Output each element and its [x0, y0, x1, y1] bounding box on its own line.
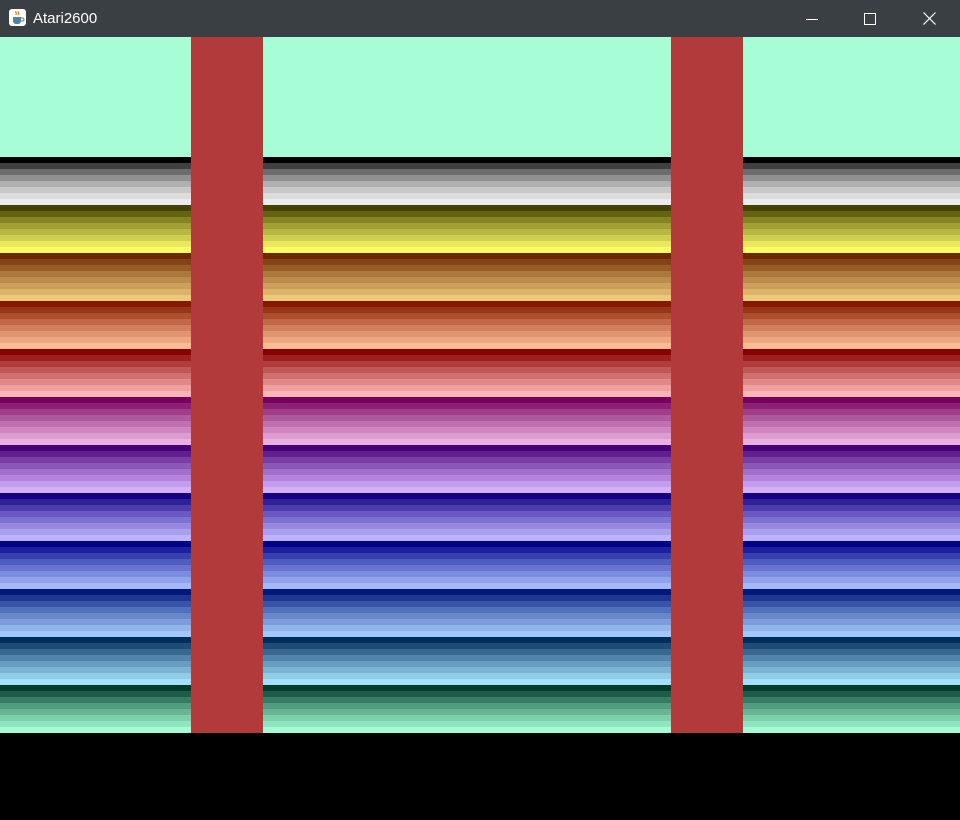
- close-button[interactable]: [900, 0, 958, 37]
- title-bar: Atari2600: [0, 0, 960, 37]
- pillar-right: [671, 37, 743, 733]
- game-screen[interactable]: [0, 37, 960, 820]
- maximize-button[interactable]: [841, 0, 899, 37]
- bottom-border: [0, 733, 960, 820]
- minimize-icon: [806, 18, 818, 20]
- java-coffee-cup-icon: [8, 8, 27, 27]
- color-bands: [0, 157, 960, 733]
- background-band: [0, 37, 960, 157]
- maximize-icon: [864, 12, 876, 25]
- playfield: [0, 37, 960, 733]
- close-icon: [922, 12, 936, 25]
- minimize-button[interactable]: [783, 0, 841, 37]
- pillar-left: [191, 37, 263, 733]
- window-title: Atari2600: [33, 10, 98, 27]
